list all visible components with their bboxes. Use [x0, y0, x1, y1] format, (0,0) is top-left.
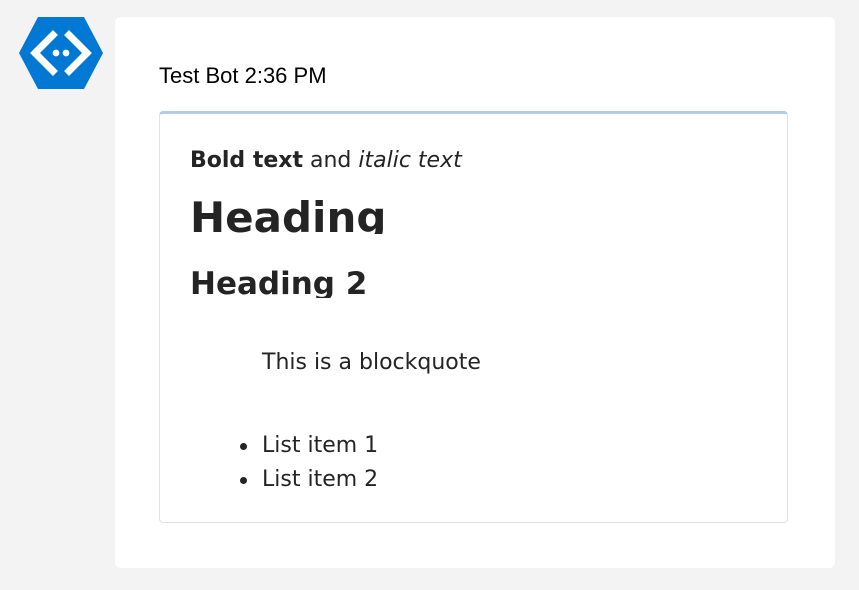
bullet-list: List item 1 List item 2 — [234, 429, 378, 497]
list-item-text: List item 1 — [262, 433, 379, 458]
message-bubble: Test Bot 2:36 PM Bold text and italic te… — [115, 17, 835, 568]
heading-2: Heading 2 — [190, 266, 368, 298]
markdown-card: Bold text and italic text Heading Headin… — [159, 111, 788, 523]
list-item-text: List item 2 — [262, 467, 379, 492]
formatted-text-line: Bold text and italic text — [190, 147, 462, 175]
connector-text: and — [302, 148, 359, 173]
bullet-icon — [240, 443, 247, 450]
blockquote: This is a blockquote — [262, 350, 481, 375]
italic-text: italic text — [358, 148, 462, 173]
chat-page: Test Bot 2:36 PM Bold text and italic te… — [0, 0, 859, 590]
heading-1: Heading — [190, 193, 387, 234]
list-item: List item 1 — [234, 429, 378, 463]
bullet-icon — [240, 477, 247, 484]
bold-text: Bold text — [190, 148, 303, 173]
message-meta: Test Bot 2:36 PM — [159, 63, 327, 88]
azure-bot-service-icon — [19, 17, 103, 89]
list-item: List item 2 — [234, 463, 378, 497]
bot-avatar — [18, 16, 104, 90]
